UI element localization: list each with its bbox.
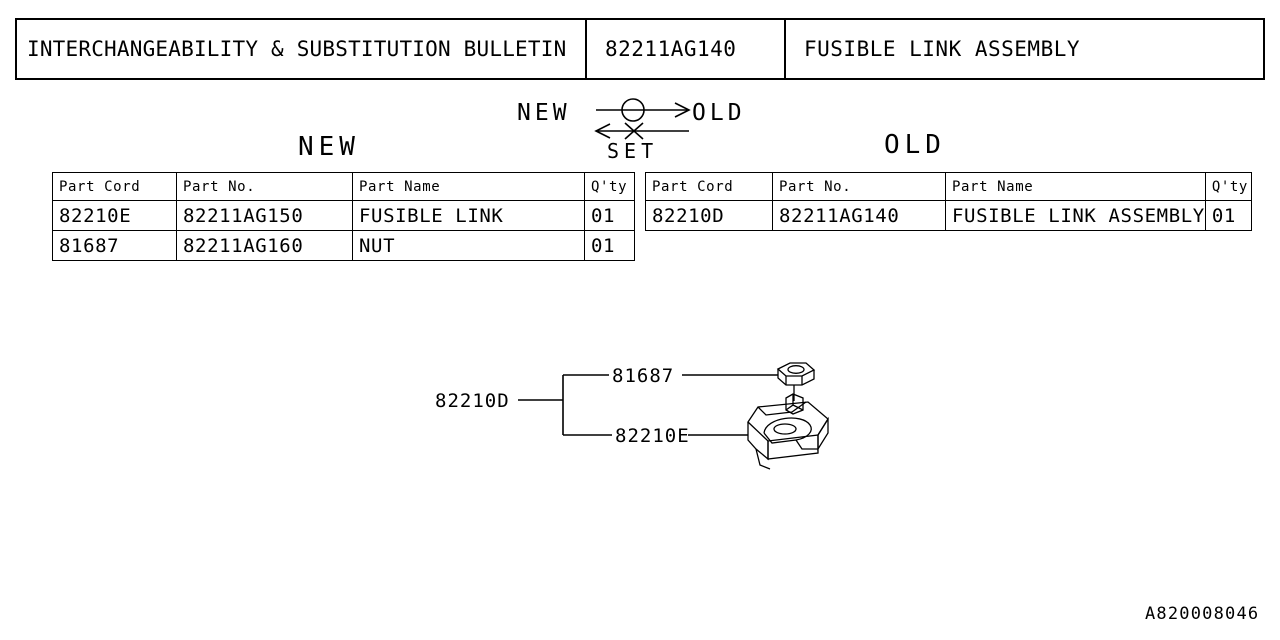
reverse-arrow-icon [594,122,689,140]
column-header-part-name: Part Name [352,172,585,201]
cell-part-no: 82211AG140 [772,200,946,231]
cell-part-name: FUSIBLE LINK ASSEMBLY [945,200,1206,231]
cell-part-name: NUT [352,230,585,261]
label-82210D: 82210D [435,390,510,412]
old-section-caption: OLD [884,130,946,160]
column-header-part-cord: Part Cord [52,172,177,201]
cell-part-no: 82211AG160 [176,230,353,261]
new-section-caption: NEW [298,132,360,162]
drawing-code: A820008046 [1145,604,1260,624]
label-81687: 81687 [612,365,674,387]
header-part-name: FUSIBLE LINK ASSEMBLY [804,37,1081,61]
column-header-qty: Q'ty [584,172,635,201]
bulletin-page: INTERCHANGEABILITY & SUBSTITUTION BULLET… [0,0,1280,640]
cell-part-cord: 82210D [645,200,773,231]
bulletin-header: INTERCHANGEABILITY & SUBSTITUTION BULLET… [15,18,1265,80]
column-header-part-name: Part Name [945,172,1206,201]
cell-part-cord: 81687 [52,230,177,261]
cell-qty: 01 [584,200,635,231]
bulletin-title: INTERCHANGEABILITY & SUBSTITUTION BULLET… [17,20,587,78]
header-part-number: 82211AG140 [587,20,786,78]
column-header-qty: Q'ty [1204,172,1252,201]
table-header-row: Part Cord Part No. Part Name Q'ty [645,172,1252,201]
cell-qty: 01 [584,230,635,261]
label-82210E: 82210E [615,425,690,447]
cell-part-cord: 82210E [52,200,177,231]
old-parts-table: Part Cord Part No. Part Name Q'ty 82210D… [645,172,1252,231]
cell-part-name: FUSIBLE LINK [352,200,585,231]
fusible-link-graphic [747,393,829,470]
column-header-part-no: Part No. [772,172,946,201]
column-header-part-no: Part No. [176,172,353,201]
cell-qty: 01 [1204,200,1252,231]
new-parts-table: Part Cord Part No. Part Name Q'ty 82210E… [52,172,635,261]
forward-arrow-icon [596,98,691,122]
cell-part-no: 82211AG150 [176,200,353,231]
column-header-part-cord: Part Cord [645,172,773,201]
part-illustration: 82210D 81687 82210E [410,345,860,485]
table-header-row: Part Cord Part No. Part Name Q'ty [52,172,635,201]
table-row: 82210D 82211AG140 FUSIBLE LINK ASSEMBLY … [645,200,1252,231]
table-row: 82210E 82211AG150 FUSIBLE LINK 01 [52,200,635,231]
table-row: 81687 82211AG160 NUT 01 [52,230,635,261]
substitution-arrows [515,95,765,165]
